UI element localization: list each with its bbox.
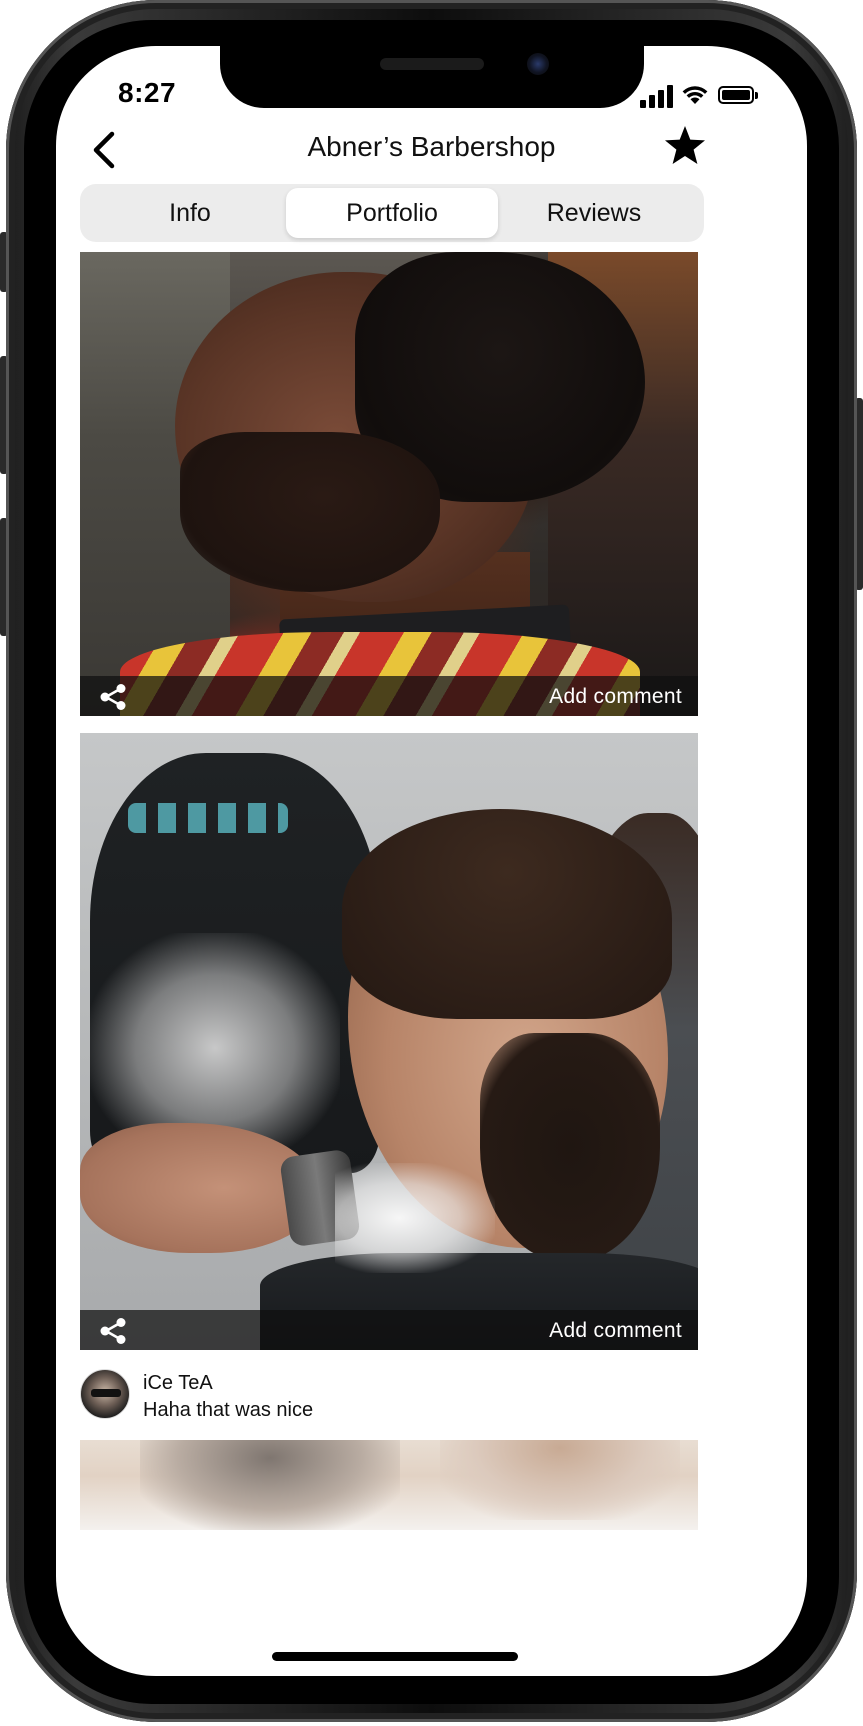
wifi-icon <box>682 86 708 104</box>
add-comment-button[interactable]: Add comment <box>549 1319 682 1343</box>
battery-full-icon <box>718 86 754 104</box>
avatar[interactable] <box>80 1369 130 1419</box>
share-icon[interactable] <box>98 683 128 711</box>
battery-cap <box>755 92 758 99</box>
portfolio-card[interactable]: Add comment <box>80 252 698 716</box>
app-screen: 8:27 Abner’s Barbershop Info Portfolio R… <box>56 46 807 1676</box>
portfolio-photo <box>80 1440 698 1530</box>
status-time: 8:27 <box>118 77 177 108</box>
portfolio-photo <box>80 252 698 716</box>
home-indicator[interactable] <box>272 1652 518 1661</box>
card-action-bar: Add comment <box>80 676 698 716</box>
comment-username[interactable]: iCe TeA <box>143 1372 213 1395</box>
phone-mockup: 8:27 Abner’s Barbershop Info Portfolio R… <box>0 0 863 1726</box>
speaker-grille <box>380 58 484 70</box>
tab-reviews[interactable]: Reviews <box>488 188 700 238</box>
portfolio-card[interactable]: Add comment <box>80 733 698 1350</box>
segmented-control: Info Portfolio Reviews <box>80 184 704 242</box>
add-comment-button[interactable]: Add comment <box>549 685 682 709</box>
notch <box>220 46 644 108</box>
front-camera <box>527 53 549 75</box>
share-icon[interactable] <box>98 1317 128 1345</box>
tab-info[interactable]: Info <box>84 188 296 238</box>
comment-text: Haha that was nice <box>143 1399 314 1421</box>
card-action-bar: Add comment <box>80 1310 698 1350</box>
star-filled-icon[interactable] <box>661 122 709 170</box>
tab-portfolio[interactable]: Portfolio <box>286 188 498 238</box>
comment-item: iCe TeA Haha that was nice <box>80 1364 698 1424</box>
portfolio-photo <box>80 733 698 1350</box>
portfolio-card[interactable] <box>80 1440 698 1530</box>
status-icons <box>640 82 760 108</box>
